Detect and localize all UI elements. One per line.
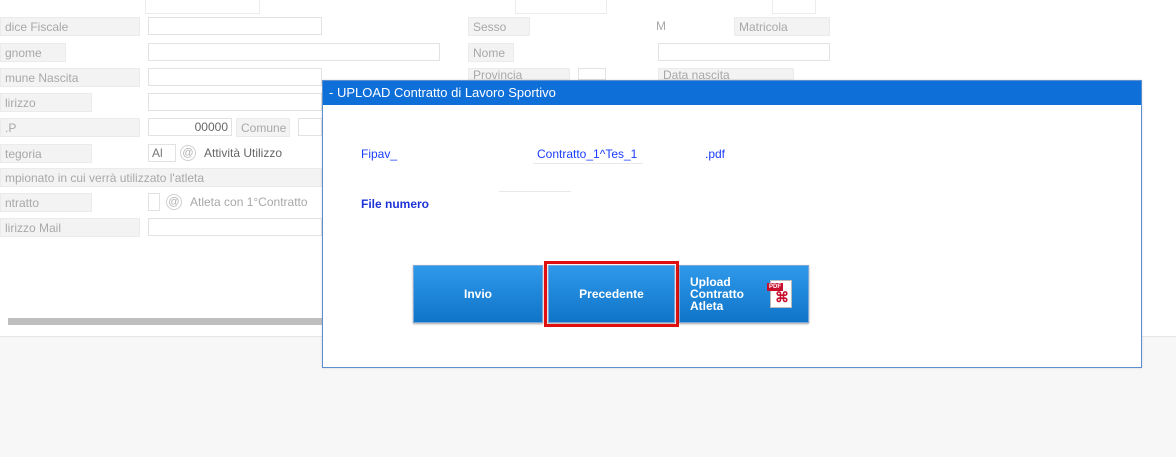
categoria-input[interactable]: Al: [148, 144, 176, 162]
upload-line-3: Atleta: [690, 299, 724, 313]
provincia-label: Provincia: [468, 68, 570, 80]
matricola-label: Matricola: [734, 17, 830, 36]
campionato-label: mpionato in cui verrà utilizzato l'atlet…: [0, 168, 322, 187]
precedente-button[interactable]: Precedente: [544, 261, 679, 327]
cognome-label: gnome: [0, 43, 66, 62]
invio-button-label: Invio: [463, 287, 492, 301]
invio-button[interactable]: Invio: [413, 265, 543, 323]
nome-input[interactable]: [658, 43, 830, 61]
cap-input[interactable]: 00000: [148, 118, 232, 136]
at-lookup-icon[interactable]: @: [180, 145, 196, 161]
categoria-label: tegoria: [0, 144, 92, 163]
nome-label: Nome: [468, 43, 514, 62]
upload-button-label: Upload Contratto Atleta: [690, 276, 744, 312]
cap-label: .P: [0, 118, 140, 137]
at-lookup-icon[interactable]: @: [166, 194, 182, 210]
sesso-value[interactable]: M: [656, 17, 666, 36]
contratto-input[interactable]: [148, 193, 160, 211]
indirizzo-mail-label: lirizzo Mail: [0, 218, 140, 237]
upload-dialog: - UPLOAD Contratto di Lavoro Sportivo Fi…: [322, 80, 1142, 368]
provincia-input[interactable]: [578, 68, 606, 80]
filename-extension: .pdf: [705, 147, 726, 161]
indirizzo-label: lirizzo: [0, 93, 92, 112]
contratto-label: ntratto: [0, 193, 92, 212]
precedente-button-label: Precedente: [579, 287, 644, 301]
atleta-contratto-label: Atleta con 1°Contratto: [190, 195, 308, 209]
comune-nascita-label: mune Nascita: [0, 68, 140, 87]
dialog-title: - UPLOAD Contratto di Lavoro Sportivo: [323, 81, 1141, 105]
sesso-label: Sesso: [468, 17, 530, 36]
codice-fiscale-input[interactable]: [148, 17, 322, 35]
attivita-label: Attività Utilizzo: [204, 146, 283, 160]
cognome-input[interactable]: [148, 43, 440, 61]
indirizzo-input[interactable]: [148, 93, 322, 111]
acrobat-symbol-icon: ⌘: [775, 289, 789, 305]
comune-label: Comune: [236, 118, 290, 137]
top-partial-row: [0, 0, 830, 14]
filename-middle: Contratto_1^Tes_1: [537, 147, 638, 161]
horizontal-scrollbar[interactable]: [8, 318, 324, 325]
pdf-icon: PDF ⌘: [767, 280, 792, 308]
filename-field[interactable]: [533, 162, 643, 164]
data-nascita-label: Data nascita: [658, 68, 794, 80]
indirizzo-mail-input[interactable]: [148, 218, 322, 236]
top-partial-field: [772, 0, 816, 14]
comune-nascita-input[interactable]: [148, 68, 322, 86]
file-numero-label: File numero: [361, 197, 430, 211]
filename-prefix: Fipav_: [361, 147, 398, 161]
comune-input[interactable]: [298, 118, 322, 136]
codice-fiscale-label: dice Fiscale: [0, 17, 140, 36]
top-partial-field: [515, 0, 607, 14]
file-numero-field[interactable]: [499, 190, 571, 192]
top-partial-field: [145, 0, 260, 14]
upload-contratto-button[interactable]: Upload Contratto Atleta PDF ⌘: [679, 265, 809, 323]
